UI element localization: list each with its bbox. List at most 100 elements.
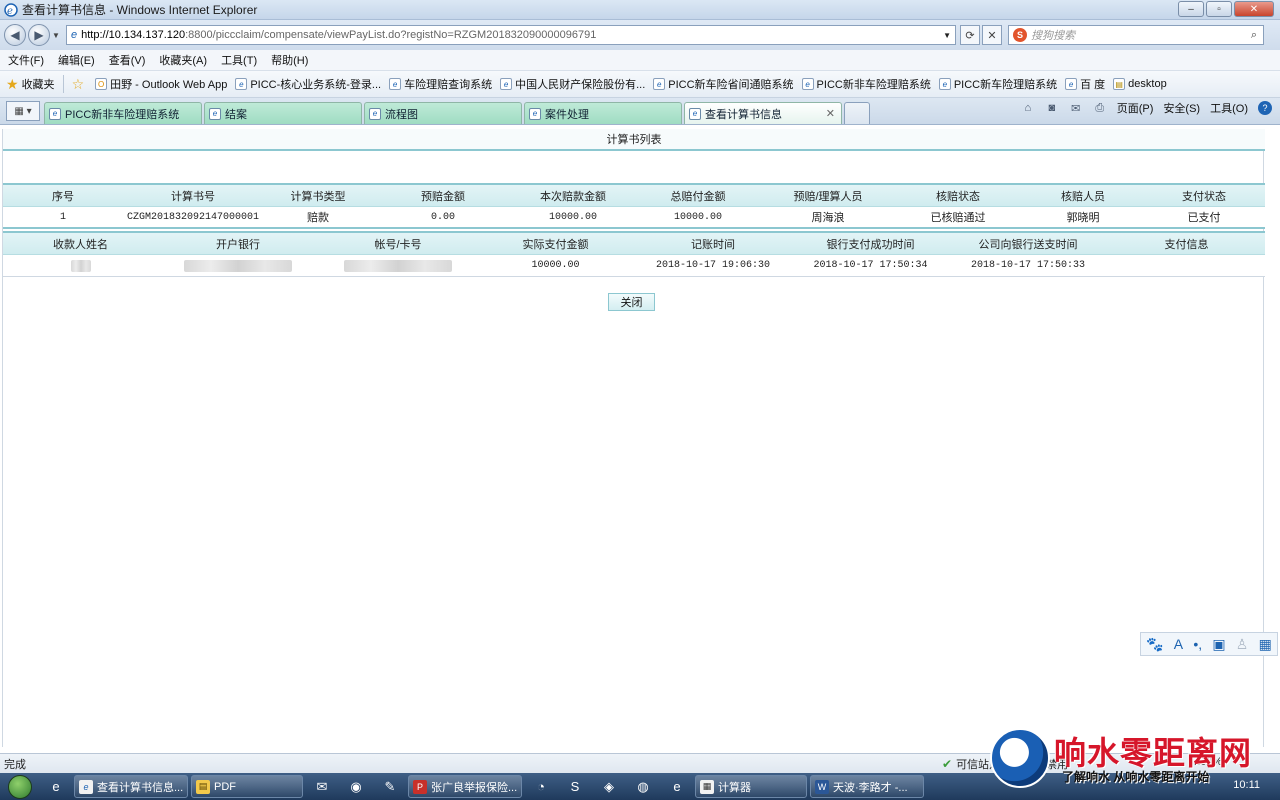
- chrome-task-icon[interactable]: ◉: [340, 775, 372, 798]
- toolbox-icon[interactable]: ▣: [1212, 636, 1225, 653]
- tab-picc-nonauto[interactable]: e PICC新非车险理赔系统: [44, 102, 202, 124]
- punctuation-icon[interactable]: •,: [1193, 636, 1202, 652]
- ie-task-icon[interactable]: e: [661, 775, 693, 798]
- ie-page-icon: e: [500, 78, 513, 90]
- menu-view[interactable]: 查看(V): [109, 52, 146, 68]
- cell-review-status: 已核赔通过: [930, 212, 986, 224]
- user-icon[interactable]: ♙: [1236, 636, 1249, 653]
- grid-menu-icon[interactable]: ▦: [1259, 636, 1272, 653]
- app-task-icon[interactable]: ◈: [593, 775, 625, 798]
- minimize-button[interactable]: –: [1178, 1, 1204, 17]
- tab-close-icon[interactable]: ✕: [826, 107, 835, 120]
- cell-send-time: 2018-10-17 17:50:33: [970, 260, 1086, 271]
- url-input[interactable]: e http://10.134.137.120:8800/piccclaim/c…: [66, 25, 956, 45]
- help-icon[interactable]: ?: [1258, 101, 1272, 115]
- col-header: 核赔状态: [936, 190, 980, 203]
- fav-link-label: 百 度: [1080, 79, 1106, 91]
- page-menu[interactable]: 页面(P): [1117, 100, 1154, 116]
- watermark-slogan: 了解响水 从响水零距离开始: [1062, 770, 1210, 784]
- divider: [62, 75, 64, 93]
- search-input[interactable]: S 搜狗搜索 ⌕: [1008, 25, 1264, 45]
- refresh-icon[interactable]: ⟳: [960, 25, 980, 45]
- tab-case-handling[interactable]: e 案件处理: [524, 102, 682, 124]
- taskbar-item-word[interactable]: W 天波·李路才 -...: [810, 775, 924, 798]
- ie-page-icon: e: [209, 107, 221, 120]
- calc-table-header: 序号 计算书号 计算书类型 预赔金额 本次赔款金额 总赔付金额 预赔/理算人员 …: [3, 183, 1265, 207]
- menu-edit[interactable]: 编辑(E): [58, 52, 95, 68]
- taskbar-label: 天波·李路才 -...: [833, 781, 908, 794]
- taskbar-item-calculator[interactable]: ▦ 计算器: [695, 775, 807, 798]
- fav-link-picc-nonauto[interactable]: e PICC新非车险理赔系统: [801, 76, 931, 92]
- feeds-icon[interactable]: ◙: [1045, 101, 1059, 115]
- url-path: :8800/piccclaim/compensate/viewPayList.d…: [185, 29, 597, 41]
- tab-label: PICC新非车险理赔系统: [65, 108, 180, 121]
- col-header: 公司向银行送支时间: [978, 238, 1078, 251]
- fav-link-claim-query[interactable]: e 车险理赔查询系统: [389, 76, 492, 92]
- ie-page-icon: e: [79, 779, 93, 794]
- fav-link-label: desktop: [1128, 78, 1167, 90]
- maximize-button[interactable]: ▫: [1206, 1, 1232, 17]
- fav-link-baidu[interactable]: e百 度: [1065, 76, 1105, 92]
- fav-link-label: PICC新车险理赔系统: [953, 79, 1058, 91]
- paw-icon[interactable]: 🐾: [1146, 636, 1163, 653]
- taskbar-item-pdf-report[interactable]: P 张广良举报保险...: [408, 775, 522, 798]
- col-header: 银行支付成功时间: [826, 238, 915, 251]
- status-text: 完成: [4, 758, 26, 771]
- fav-link-picc-interprovince[interactable]: e PICC新车险省间通赔系统: [653, 76, 794, 92]
- taskbar-item-pdf[interactable]: ▤ PDF: [191, 775, 303, 798]
- forward-button[interactable]: ▶: [28, 24, 50, 46]
- safety-menu[interactable]: 安全(S): [1163, 100, 1200, 116]
- globe-task-icon[interactable]: ◍: [627, 775, 659, 798]
- fav-link-outlook[interactable]: O 田野 - Outlook Web App: [95, 76, 227, 92]
- quick-tabs-button[interactable]: ▦ ▾: [6, 101, 40, 121]
- menu-favorites[interactable]: 收藏夹(A): [159, 52, 207, 68]
- col-header: 记账时间: [691, 238, 735, 251]
- outlook-icon: O: [95, 78, 108, 90]
- fav-link-picc-core[interactable]: e PICC-核心业务系统-登录...: [235, 76, 381, 92]
- start-button[interactable]: [0, 773, 40, 800]
- url-dropdown-icon[interactable]: ▼: [943, 31, 951, 40]
- fav-link-desktop[interactable]: ▤ desktop: [1113, 78, 1167, 90]
- fav-link-label: 车险理赔查询系统: [404, 79, 493, 91]
- tool-task-icon[interactable]: ✎: [374, 775, 406, 798]
- qq-task-icon[interactable]: ◔: [525, 775, 557, 798]
- close-button[interactable]: 关闭: [608, 293, 655, 311]
- stop-icon[interactable]: ✕: [982, 25, 1002, 45]
- add-favorite-button[interactable]: ☆: [72, 76, 88, 93]
- fav-link-picc-corp[interactable]: e 中国人民财产保险股份有...: [500, 76, 645, 92]
- ie-page-icon: e: [369, 107, 381, 120]
- menu-tools[interactable]: 工具(T): [221, 52, 257, 68]
- new-tab-button[interactable]: [844, 102, 870, 124]
- window-close-button[interactable]: ✕: [1234, 1, 1274, 17]
- sogou-task-icon[interactable]: S: [559, 775, 591, 798]
- tab-view-calc-info[interactable]: e 查看计算书信息 ✕: [684, 102, 842, 124]
- ie-page-icon: e: [389, 78, 402, 90]
- search-icon[interactable]: ⌕: [1251, 29, 1257, 42]
- menu-file[interactable]: 文件(F): [8, 52, 44, 68]
- favorites-bar: ★ 收藏夹 ☆ O 田野 - Outlook Web App e PICC-核心业务系…: [0, 71, 1280, 98]
- menu-help[interactable]: 帮助(H): [271, 52, 308, 68]
- fav-link-picc-auto[interactable]: e PICC新车险理赔系统: [938, 76, 1058, 92]
- mail-icon[interactable]: ✉: [1069, 101, 1083, 115]
- redacted-bank: [184, 259, 292, 272]
- taskbar-label: 计算器: [718, 781, 751, 794]
- home-icon[interactable]: ⌂: [1021, 101, 1035, 115]
- print-icon[interactable]: ⎙: [1093, 101, 1107, 115]
- cell-total-paid: 10000.00: [673, 211, 722, 223]
- page-content: 计算书列表 序号 计算书号 计算书类型 预赔金额 本次赔款金额 总赔付金额 预赔…: [0, 125, 1280, 753]
- favorites-button[interactable]: ★ 收藏夹: [6, 76, 55, 93]
- back-button[interactable]: ◀: [4, 24, 26, 46]
- font-icon[interactable]: A: [1174, 636, 1183, 652]
- tools-menu[interactable]: 工具(O): [1210, 100, 1248, 116]
- ie-page-icon: e: [235, 78, 248, 90]
- tab-flowchart[interactable]: e 流程图: [364, 102, 522, 124]
- tab-closure[interactable]: e 结案: [204, 102, 362, 124]
- folder-icon: ▤: [1113, 78, 1126, 90]
- menu-bar: 文件(F) 编辑(E) 查看(V) 收藏夹(A) 工具(T) 帮助(H): [0, 50, 1280, 71]
- window-title: 查看计算书信息 - Windows Internet Explorer: [22, 3, 258, 17]
- history-dropdown-icon[interactable]: ▼: [52, 31, 62, 40]
- taskbar-item-ie[interactable]: e 查看计算书信息...: [74, 775, 188, 798]
- ie-launch-icon[interactable]: e: [40, 775, 72, 798]
- outlook-task-icon[interactable]: ✉: [306, 775, 338, 798]
- ie-page-icon: e: [689, 107, 701, 120]
